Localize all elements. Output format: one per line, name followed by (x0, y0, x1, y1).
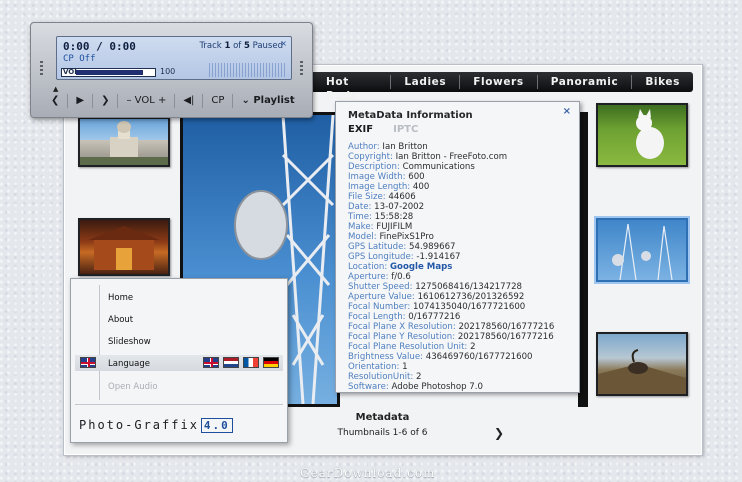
player-display: 0:00 / 0:00 Track 1 of 5 Paused CP Off V… (56, 36, 292, 80)
thumbnail-temple[interactable] (78, 218, 170, 276)
meta-row: Focal Length: 0/16777216 (348, 312, 461, 322)
capitol-image (80, 121, 168, 165)
english-flag-icon[interactable] (203, 357, 219, 368)
meta-row: ResolutionUnit: 2 (348, 372, 422, 382)
meta-row: Author: Ian Britton (348, 142, 428, 152)
nav-ladies[interactable]: Ladies (390, 75, 459, 89)
category-navbar: Hot Rods Ladies Flowers Panoramic Bikes (296, 72, 693, 102)
logo-text: Photo-Graffix (79, 418, 199, 432)
track-info: Track 1 of 5 Paused (199, 41, 283, 51)
tab-exif[interactable]: EXIF (348, 124, 373, 135)
cp-button[interactable]: CP (202, 94, 232, 108)
close-icon[interactable]: × (563, 106, 571, 117)
volume-group: – VOL + (117, 94, 174, 108)
uk-flag-icon (80, 357, 96, 368)
playlist-button[interactable]: ⌄ Playlist (232, 94, 302, 108)
volume-value: 100 (160, 67, 176, 76)
nav-panoramic[interactable]: Panoramic (536, 75, 632, 89)
logo-version: 4.0 (200, 418, 233, 433)
german-flag-icon[interactable] (263, 357, 279, 368)
menu-item-open-audio: Open Audio (108, 382, 158, 392)
meta-row: Brightness Value: 436469760/1677721600 (348, 352, 533, 362)
meta-row: Aperture Value: 1610612736/201326592 (348, 292, 525, 302)
menu-item-about[interactable]: About (108, 315, 133, 325)
towers-image (612, 223, 673, 280)
audio-player: 0:00 / 0:00 Track 1 of 5 Paused CP Off V… (30, 22, 313, 118)
mute-button[interactable]: ◀| (174, 94, 202, 108)
previous-track-button[interactable]: ❮ (45, 94, 67, 108)
playlist-label: Playlist (253, 95, 295, 106)
watermark: GearDownload.com (300, 466, 436, 480)
playlist-chevron-icon: ⌄ (241, 95, 250, 106)
menu-item-language[interactable]: Language (108, 359, 150, 369)
next-page-icon[interactable]: ❯ (494, 426, 504, 440)
nav-flowers[interactable]: Flowers (459, 75, 536, 89)
thumbnail-count: Thumbnails 1-6 of 6 (337, 428, 428, 438)
thumbnail-goat[interactable] (596, 332, 688, 396)
meta-row: GPS Longitude: -1.914167 (348, 252, 461, 262)
menu-item-home[interactable]: Home (108, 293, 133, 303)
cp-status: CP Off (63, 54, 96, 64)
volume-text: VOL (134, 95, 155, 106)
meta-row: Time: 15:58:28 (348, 212, 414, 222)
playback-time: 0:00 / 0:00 (63, 40, 136, 53)
meta-row: Focal Plane Y Resolution: 202178560/1677… (348, 332, 554, 342)
meta-row: Shutter Speed: 1275068416/134217728 (348, 282, 522, 292)
app-logo: Photo-Graffix 4.0 (79, 418, 233, 433)
meta-row: Model: FinePixS1Pro (348, 232, 434, 242)
volume-down-button[interactable]: – (126, 95, 131, 106)
nav-bikes[interactable]: Bikes (631, 75, 693, 89)
meta-row: Image Width: 600 (348, 172, 425, 182)
metadata-panel: MetaData Information × EXIF IPTC Author:… (335, 101, 580, 393)
main-menu: Home About Slideshow Language Open Audio… (70, 278, 288, 443)
meta-row: Copyright: Ian Britton - FreeFoto.com (348, 152, 508, 162)
meta-row: Image Length: 400 (348, 182, 430, 192)
metadata-tabs: EXIF IPTC (348, 124, 418, 135)
goat-image (598, 349, 686, 394)
thumbnail-towers-selected[interactable] (596, 218, 688, 282)
caption-title: Metadata (355, 412, 410, 423)
volume-slider[interactable]: VOL (61, 68, 156, 77)
dutch-flag-icon[interactable] (223, 357, 239, 368)
cat-image (636, 109, 664, 159)
player-close-icon[interactable]: × (280, 39, 287, 48)
meta-row: GPS Latitude: 54.989667 (348, 242, 456, 252)
meta-row: Orientation: 1 (348, 362, 408, 372)
meta-row: Make: FUJIFILM (348, 222, 413, 232)
volume-up-button[interactable]: + (158, 95, 166, 106)
meta-row: File Size: 44606 (348, 192, 416, 202)
thumbnail-cat[interactable] (596, 103, 688, 167)
eject-icon[interactable]: ▲ (53, 85, 58, 93)
meta-row: Focal Number: 1074135040/1677721600 (348, 302, 526, 312)
menu-divider-vertical (99, 285, 100, 400)
meta-row: Description: Communications (348, 162, 475, 172)
right-grip[interactable] (300, 61, 303, 77)
meta-row: Date: 13-07-2002 (348, 202, 425, 212)
thumbnail-capitol[interactable] (78, 117, 170, 167)
temple-image (88, 226, 160, 270)
google-maps-link[interactable]: Google Maps (390, 262, 452, 272)
tab-iptc[interactable]: IPTC (393, 124, 418, 135)
volume-fill (76, 70, 143, 75)
player-controls: ❮ ▶ ❯ – VOL + ◀| CP ⌄ Playlist (45, 94, 303, 108)
meta-row: Focal Plane Resolution Unit: 2 (348, 342, 476, 352)
metadata-title: MetaData Information (348, 110, 473, 121)
meta-row: Software: Adobe Photoshop 7.0 (348, 382, 483, 392)
left-grip[interactable] (40, 61, 43, 77)
menu-item-slideshow[interactable]: Slideshow (108, 337, 151, 347)
spectrum-visualizer (209, 63, 287, 77)
menu-divider (75, 404, 283, 405)
meta-row: Focal Plane X Resolution: 202178560/1677… (348, 322, 555, 332)
metadata-list: Author: Ian Britton Copyright: Ian Britt… (348, 142, 578, 392)
play-button[interactable]: ▶ (67, 94, 92, 108)
meta-row: Location: Google Maps (348, 262, 453, 272)
meta-row: Aperture: f/0.6 (348, 272, 411, 282)
french-flag-icon[interactable] (243, 357, 259, 368)
next-track-button[interactable]: ❯ (92, 94, 117, 108)
